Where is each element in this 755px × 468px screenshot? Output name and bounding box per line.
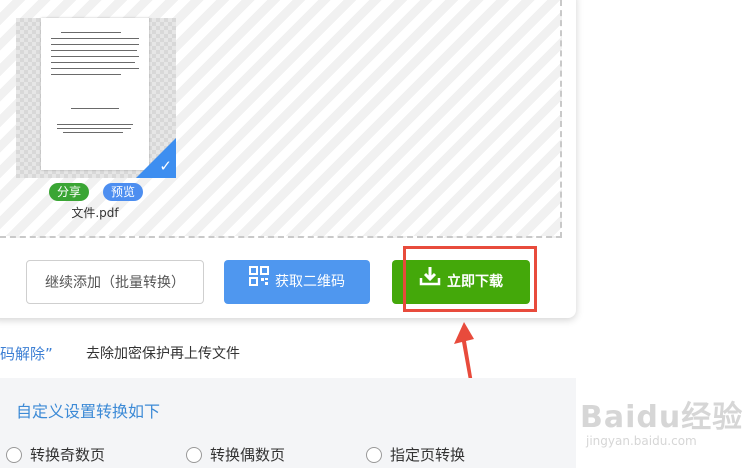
preview-button[interactable]: 预览	[103, 183, 143, 201]
option-odd-pages[interactable]: 转换奇数页	[6, 444, 105, 465]
continue-add-label: 继续添加（批量转换）	[45, 275, 185, 291]
share-button[interactable]: 分享	[49, 183, 89, 201]
option-even-pages[interactable]: 转换偶数页	[186, 444, 285, 465]
option-odd-label: 转换奇数页	[30, 446, 106, 464]
decrypt-link[interactable]: 码解除”	[0, 343, 53, 364]
radio-even-pages[interactable]	[186, 446, 202, 463]
download-highlight-box	[403, 246, 537, 312]
qr-code-icon	[249, 260, 269, 304]
custom-settings-panel: 自定义设置转换如下 转换奇数页 转换偶数页 指定页转换	[0, 378, 576, 468]
file-thumbnail[interactable]: ✓	[16, 18, 176, 178]
option-even-label: 转换偶数页	[210, 446, 286, 464]
option-specified-label: 指定页转换	[390, 446, 466, 464]
file-name: 文件.pdf	[71, 206, 119, 220]
radio-odd-pages[interactable]	[6, 446, 22, 463]
radio-specified-pages[interactable]	[366, 446, 382, 463]
watermark-main: Baidu经验	[580, 400, 744, 435]
continue-add-button[interactable]: 继续添加（批量转换）	[26, 260, 204, 304]
pdf-page-preview	[41, 18, 149, 170]
baidu-watermark: Baidu经验 jingyan.baidu.com	[580, 392, 743, 448]
option-specified-pages[interactable]: 指定页转换	[366, 444, 465, 465]
check-icon: ✓	[159, 157, 172, 175]
get-qr-label: 获取二维码	[275, 274, 345, 290]
settings-title: 自定义设置转换如下	[16, 402, 161, 421]
watermark-sub: jingyan.baidu.com	[586, 434, 697, 448]
decrypt-description: 去除加密保护再上传文件	[86, 346, 240, 362]
get-qr-button[interactable]: 获取二维码	[224, 260, 370, 304]
